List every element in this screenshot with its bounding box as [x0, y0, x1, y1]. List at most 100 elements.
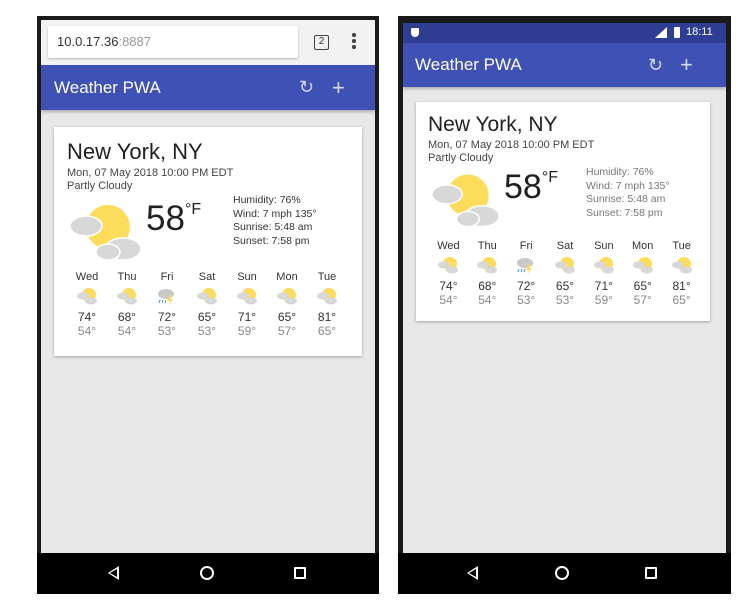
- partly-cloudy-icon: [429, 256, 468, 276]
- forecast-high: 72°: [157, 310, 177, 324]
- forecast-day: Wed 74° 54°: [67, 271, 107, 338]
- forecast-low: 54°: [439, 293, 458, 307]
- forecast-high: 71°: [594, 279, 613, 293]
- app-header: Weather PWA ↻ +: [41, 65, 375, 110]
- location-name: New York, NY: [428, 113, 558, 136]
- forecast-day-name: Wed: [75, 271, 99, 283]
- forecast-low: 54°: [478, 293, 497, 307]
- app-screen: 18:11 Weather PWA ↻ + New York, NY Mon, …: [403, 23, 726, 553]
- forecast-low: 53°: [157, 324, 177, 338]
- recents-icon[interactable]: [645, 567, 657, 579]
- signal-icon: [655, 27, 667, 38]
- weather-description: Partly Cloudy: [428, 152, 494, 164]
- forecast-low: 59°: [594, 293, 613, 307]
- forecast-low: 65°: [317, 324, 337, 338]
- forecast-low: 53°: [197, 324, 217, 338]
- sunrise-value: 5:48 am: [274, 221, 313, 233]
- wind-value: 7 mph 135°: [262, 207, 317, 220]
- shield-icon: [411, 28, 419, 37]
- android-nav-bar: [398, 553, 731, 594]
- browser-menu-icon[interactable]: [352, 33, 356, 51]
- humidity-label: Humidity:: [233, 194, 280, 206]
- forecast-day: Fri 72° 53°: [507, 240, 546, 307]
- browser-toolbar: 10.0.17.36:8887 2: [41, 20, 375, 65]
- forecast-high: 65°: [555, 279, 575, 293]
- battery-icon: [674, 27, 680, 38]
- temperature-unit: °F: [541, 169, 558, 186]
- forecast-day: Mon 65° 57°: [267, 271, 307, 338]
- forecast-row: Wed 74° 54° Thu 68° 54° Fri 72° 53° Sat 65° 53° …: [67, 271, 347, 338]
- partly-cloudy-icon: [107, 287, 147, 307]
- add-icon[interactable]: +: [680, 43, 693, 87]
- add-icon[interactable]: +: [332, 65, 345, 110]
- forecast-high: 68°: [478, 279, 497, 293]
- home-icon[interactable]: [555, 566, 569, 580]
- sunset-label: Sunset:: [586, 206, 625, 219]
- wind-label: Wind:: [233, 207, 263, 220]
- current-temperature: 58°F: [146, 199, 201, 239]
- back-icon[interactable]: [108, 566, 119, 580]
- forecast-high: 81°: [317, 310, 337, 324]
- forecast-day-name: Wed: [437, 240, 460, 252]
- forecast-day-name: Tue: [317, 271, 337, 283]
- wind-label: Wind:: [586, 179, 616, 192]
- sunrise-label: Sunrise:: [233, 221, 275, 233]
- partly-cloudy-icon: [662, 256, 701, 276]
- weather-card: New York, NY Mon, 07 May 2018 10:00 PM E…: [54, 127, 362, 356]
- android-nav-bar: [37, 553, 379, 594]
- forecast-day: Thu 68° 54°: [107, 271, 147, 338]
- forecast-day: Tue 81° 65°: [662, 240, 701, 307]
- url-bar[interactable]: 10.0.17.36:8887: [48, 26, 298, 58]
- app-title: Weather PWA: [415, 55, 522, 74]
- sunrise-label: Sunrise:: [586, 193, 628, 205]
- status-bar: 18:11: [403, 23, 726, 43]
- forecast-day-name: Tue: [672, 240, 691, 252]
- forecast-low: 65°: [672, 293, 691, 307]
- forecast-low: 57°: [277, 324, 297, 338]
- home-icon[interactable]: [200, 566, 214, 580]
- thunderstorm-icon: [507, 256, 546, 276]
- sunset-value: 7:58 pm: [624, 206, 663, 219]
- browser-screen: 10.0.17.36:8887 2 Weather PWA ↻ + New Yo…: [41, 20, 375, 553]
- current-temperature: 58°F: [504, 168, 558, 207]
- forecast-day-name: Sun: [237, 271, 257, 283]
- temperature-value: 58: [146, 199, 185, 238]
- forecast-low: 59°: [237, 324, 257, 338]
- partly-cloudy-icon: [584, 256, 623, 276]
- forecast-day: Sat 65° 53°: [187, 271, 227, 338]
- refresh-icon[interactable]: ↻: [648, 43, 663, 87]
- forecast-day: Sat 65° 53°: [546, 240, 585, 307]
- partly-cloudy-icon: [307, 287, 347, 307]
- humidity-label: Humidity:: [586, 166, 633, 178]
- partly-cloudy-icon: [431, 174, 500, 228]
- forecast-day-name: Mon: [632, 240, 654, 252]
- thunderstorm-icon: [147, 287, 187, 307]
- forecast-day-name: Sun: [594, 240, 614, 252]
- recents-icon[interactable]: [294, 567, 306, 579]
- status-time: 18:11: [686, 26, 713, 38]
- forecast-low: 54°: [117, 324, 137, 338]
- partly-cloudy-icon: [623, 256, 662, 276]
- sunset-label: Sunset:: [233, 234, 272, 247]
- forecast-high: 81°: [672, 279, 691, 293]
- back-icon[interactable]: [467, 566, 478, 580]
- forecast-day: Mon 65° 57°: [623, 240, 662, 307]
- forecast-high: 74°: [439, 279, 458, 293]
- url-host: 10.0.17.36: [57, 34, 119, 49]
- forecast-day: Sun 71° 59°: [227, 271, 267, 338]
- weather-description: Partly Cloudy: [67, 180, 133, 192]
- tab-switcher-button[interactable]: 2: [314, 35, 329, 50]
- forecast-day: Fri 72° 53°: [147, 271, 187, 338]
- forecast-day-name: Mon: [276, 271, 298, 283]
- forecast-low: 53°: [517, 293, 536, 307]
- forecast-row: Wed 74° 54° Thu 68° 54° Fri 72° 53° Sat 65° 53° …: [429, 240, 701, 307]
- partly-cloudy-icon: [67, 287, 107, 307]
- refresh-icon[interactable]: ↻: [299, 65, 314, 110]
- partly-cloudy-icon: [227, 287, 267, 307]
- sunset-value: 7:58 pm: [271, 234, 310, 247]
- wind-value: 7 mph 135°: [615, 179, 670, 192]
- weather-details: Humidity: 76% Wind: 7 mph 135° Sunrise: …: [233, 194, 317, 248]
- url-port: :8887: [118, 34, 151, 49]
- forecast-high: 65°: [633, 279, 652, 293]
- partly-cloudy-icon: [468, 256, 507, 276]
